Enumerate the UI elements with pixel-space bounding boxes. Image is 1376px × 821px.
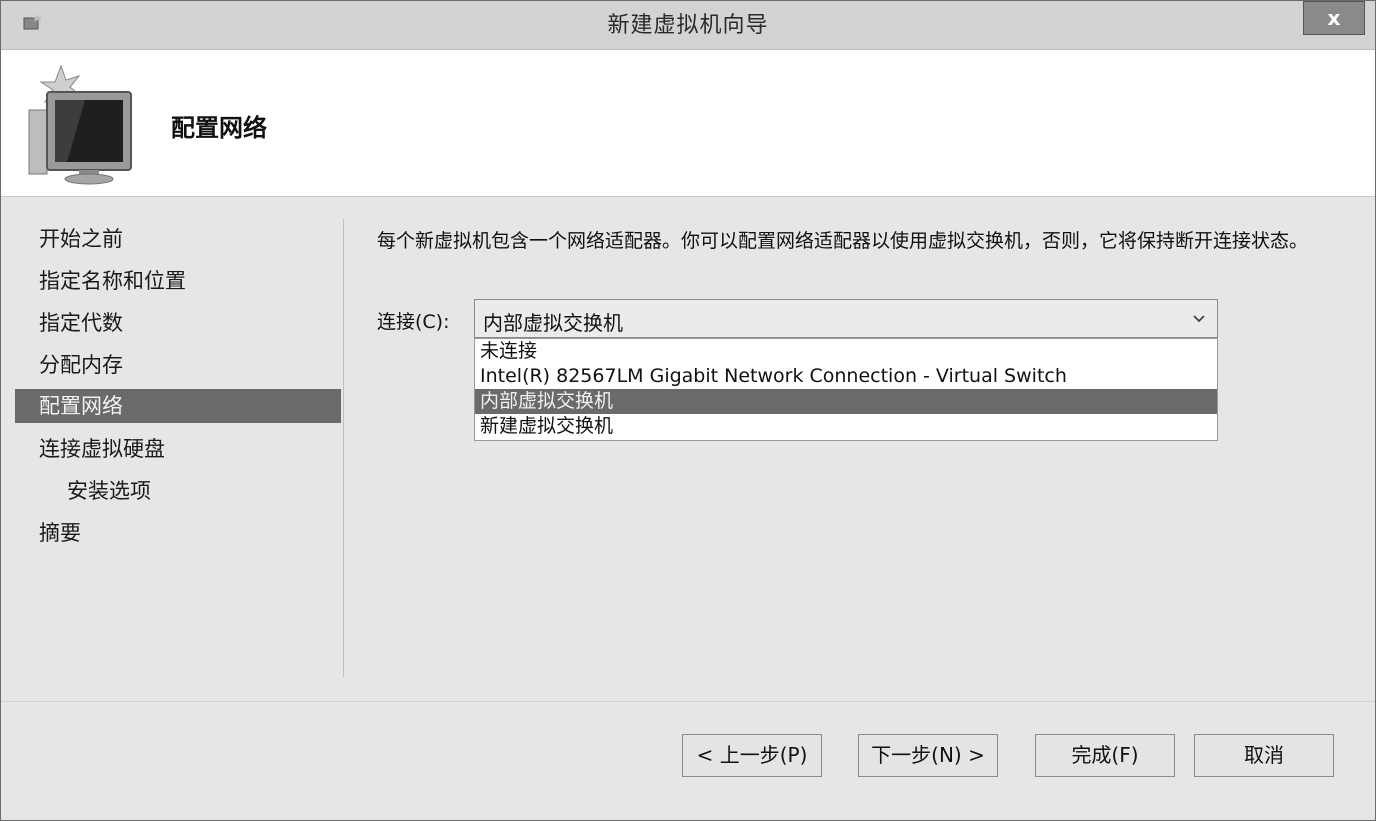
dropdown-option-new-switch[interactable]: 新建虚拟交换机	[475, 414, 1217, 439]
nav-item-install-options[interactable]: 安装选项	[15, 469, 341, 511]
cancel-button[interactable]: 取消	[1194, 734, 1334, 777]
dropdown-option-intel-switch[interactable]: Intel(R) 82567LM Gigabit Network Connect…	[475, 364, 1217, 389]
connection-select-value: 内部虚拟交换机	[483, 311, 623, 335]
nav-divider	[343, 219, 344, 677]
window-title: 新建虚拟机向导	[607, 13, 769, 38]
description-text: 每个新虚拟机包含一个网络适配器。你可以配置网络适配器以使用虚拟交换机，否则，它将…	[377, 230, 1309, 252]
nav-item-summary[interactable]: 摘要	[15, 511, 341, 553]
close-icon: x	[1327, 6, 1341, 30]
finish-button[interactable]: 完成(F)	[1035, 734, 1175, 777]
footer-divider	[1, 701, 1375, 702]
wizard-window: 新建虚拟机向导 x 配置网络 开始之前 指定名称和位置 指定代数 分配内存 配置…	[0, 0, 1376, 821]
nav-item-generation[interactable]: 指定代数	[15, 301, 341, 343]
title-bar[interactable]: 新建虚拟机向导 x	[1, 1, 1375, 50]
connection-label: 连接(C):	[377, 311, 450, 333]
dropdown-option-internal-switch[interactable]: 内部虚拟交换机	[475, 389, 1217, 414]
connection-dropdown-list: 未连接 Intel(R) 82567LM Gigabit Network Con…	[474, 338, 1218, 441]
dropdown-option-not-connected[interactable]: 未连接	[475, 339, 1217, 364]
nav-item-before-you-begin[interactable]: 开始之前	[15, 217, 341, 259]
next-button[interactable]: 下一步(N) >	[858, 734, 998, 777]
nav-item-networking[interactable]: 配置网络	[15, 389, 341, 423]
chevron-down-icon	[1193, 315, 1205, 323]
wizard-steps-nav: 开始之前 指定名称和位置 指定代数 分配内存 配置网络 连接虚拟硬盘 安装选项 …	[15, 217, 341, 553]
page-header: 配置网络	[1, 50, 1375, 197]
nav-item-virtual-disk[interactable]: 连接虚拟硬盘	[15, 427, 341, 469]
nav-item-name-location[interactable]: 指定名称和位置	[15, 259, 341, 301]
nav-item-memory[interactable]: 分配内存	[15, 343, 341, 385]
close-button[interactable]: x	[1303, 1, 1365, 35]
connection-select[interactable]: 内部虚拟交换机	[474, 299, 1218, 338]
page-title: 配置网络	[171, 114, 267, 142]
monitor-wizard-icon	[28, 64, 132, 185]
previous-button[interactable]: < 上一步(P)	[682, 734, 822, 777]
